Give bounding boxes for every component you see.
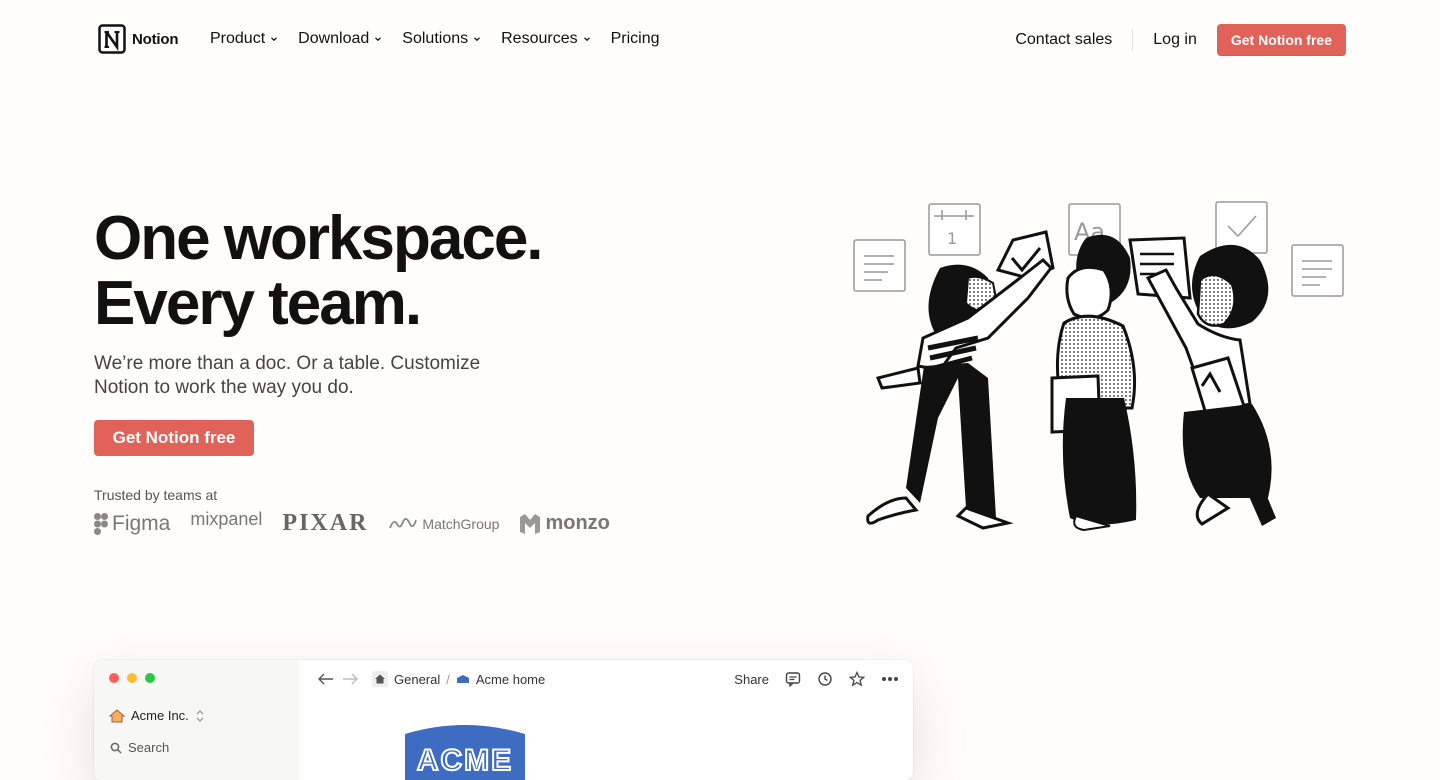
nav-product-label: Product	[210, 30, 266, 47]
nav-actions: Contact sales Log in Get Notion free	[1015, 24, 1346, 56]
close-dot-icon	[109, 673, 119, 683]
comment-icon[interactable]	[785, 671, 801, 687]
matchgroup-logo-text: MatchGroup	[422, 515, 500, 532]
matchgroup-logo: MatchGroup	[388, 516, 499, 532]
acme-page-icon	[456, 675, 469, 683]
match-icon	[389, 517, 418, 528]
nav-pricing-label: Pricing	[610, 30, 660, 47]
hero-title-line-1: One workspace.	[94, 204, 544, 273]
star-icon[interactable]	[849, 671, 865, 687]
window-controls	[109, 673, 155, 683]
more-icon[interactable]	[881, 676, 899, 682]
brand-name: Notion	[132, 30, 179, 48]
customer-logos: Figma mixpanel PIXAR MatchGroup monzo	[94, 509, 610, 537]
share-button[interactable]: Share	[734, 672, 769, 687]
nav-divider	[1132, 29, 1134, 51]
app-preview-window: Acme Inc. Search General / Acme home Sha…	[94, 660, 913, 780]
search-label: Search	[128, 740, 170, 755]
nav-links: Product Download Solutions Resources Pri…	[210, 30, 660, 48]
nav-download-label: Download	[298, 30, 370, 47]
chevron-down-icon	[474, 37, 481, 42]
chevron-down-icon	[271, 37, 278, 42]
breadcrumb-acme-home[interactable]: Acme home	[476, 672, 545, 687]
workspace-switcher[interactable]: Acme Inc.	[109, 708, 205, 723]
contact-sales-link[interactable]: Contact sales	[1015, 31, 1132, 49]
forward-arrow-icon[interactable]	[342, 673, 358, 685]
notion-logo-icon	[98, 24, 126, 54]
nav-resources-label: Resources	[501, 30, 578, 47]
pixar-logo: PIXAR	[282, 510, 368, 537]
figma-logo: Figma	[94, 512, 170, 536]
monzo-logo: monzo	[519, 512, 610, 535]
svg-text:1: 1	[947, 229, 957, 248]
hero-subtitle: We’re more than a doc. Or a table. Custo…	[94, 353, 481, 398]
breadcrumb-general[interactable]: General	[394, 672, 440, 687]
chevron-down-icon	[375, 37, 382, 42]
log-in-link[interactable]: Log in	[1153, 31, 1197, 49]
notion-logo-link[interactable]: Notion	[98, 24, 178, 54]
clock-icon[interactable]	[817, 671, 833, 687]
topbar-actions: Share	[734, 671, 899, 687]
minimize-dot-icon	[127, 673, 137, 683]
acme-logo: ACME	[405, 725, 525, 780]
house-icon	[109, 708, 125, 722]
mixpanel-logo: mixpanel	[190, 509, 262, 530]
hero-title-line-2: Every team.	[94, 269, 422, 338]
top-navigation: Notion Product Download Solutions Resour…	[0, 0, 1440, 80]
figma-logo-text: Figma	[112, 511, 171, 535]
back-arrow-icon[interactable]	[318, 673, 334, 685]
search-icon	[110, 742, 122, 754]
breadcrumb: General / Acme home	[372, 671, 545, 687]
chevron-down-icon	[583, 37, 590, 42]
figma-icon	[94, 512, 108, 535]
breadcrumb-separator: /	[446, 671, 450, 687]
nav-resources[interactable]: Resources	[501, 30, 590, 48]
preview-sidebar: Acme Inc. Search	[94, 660, 299, 780]
home-icon	[372, 671, 388, 687]
nav-pricing[interactable]: Pricing	[611, 30, 660, 48]
sidebar-search[interactable]: Search	[110, 740, 169, 755]
hero-title: One workspace. Every team.	[94, 204, 544, 338]
monzo-logo-text: monzo	[545, 512, 610, 534]
nav-download[interactable]: Download	[298, 30, 382, 48]
chevron-updown-icon	[196, 709, 204, 722]
get-notion-free-nav-button[interactable]: Get Notion free	[1216, 24, 1346, 56]
workspace-name: Acme Inc.	[131, 708, 189, 723]
team-illustration: Aa 1	[853, 201, 1344, 532]
mixpanel-logo-text: mixpanel	[190, 509, 263, 529]
nav-solutions-label: Solutions	[402, 30, 469, 47]
nav-product[interactable]: Product	[210, 30, 278, 48]
nav-solutions[interactable]: Solutions	[402, 30, 481, 48]
preview-topbar: General / Acme home Share	[318, 668, 899, 690]
maximize-dot-icon	[145, 673, 155, 683]
monzo-icon	[520, 513, 541, 534]
trusted-by-label: Trusted by teams at	[94, 487, 218, 503]
acme-logo-text: ACME	[417, 744, 513, 777]
get-notion-free-hero-button[interactable]: Get Notion free	[94, 420, 254, 456]
pixar-logo-text: PIXAR	[282, 510, 369, 536]
